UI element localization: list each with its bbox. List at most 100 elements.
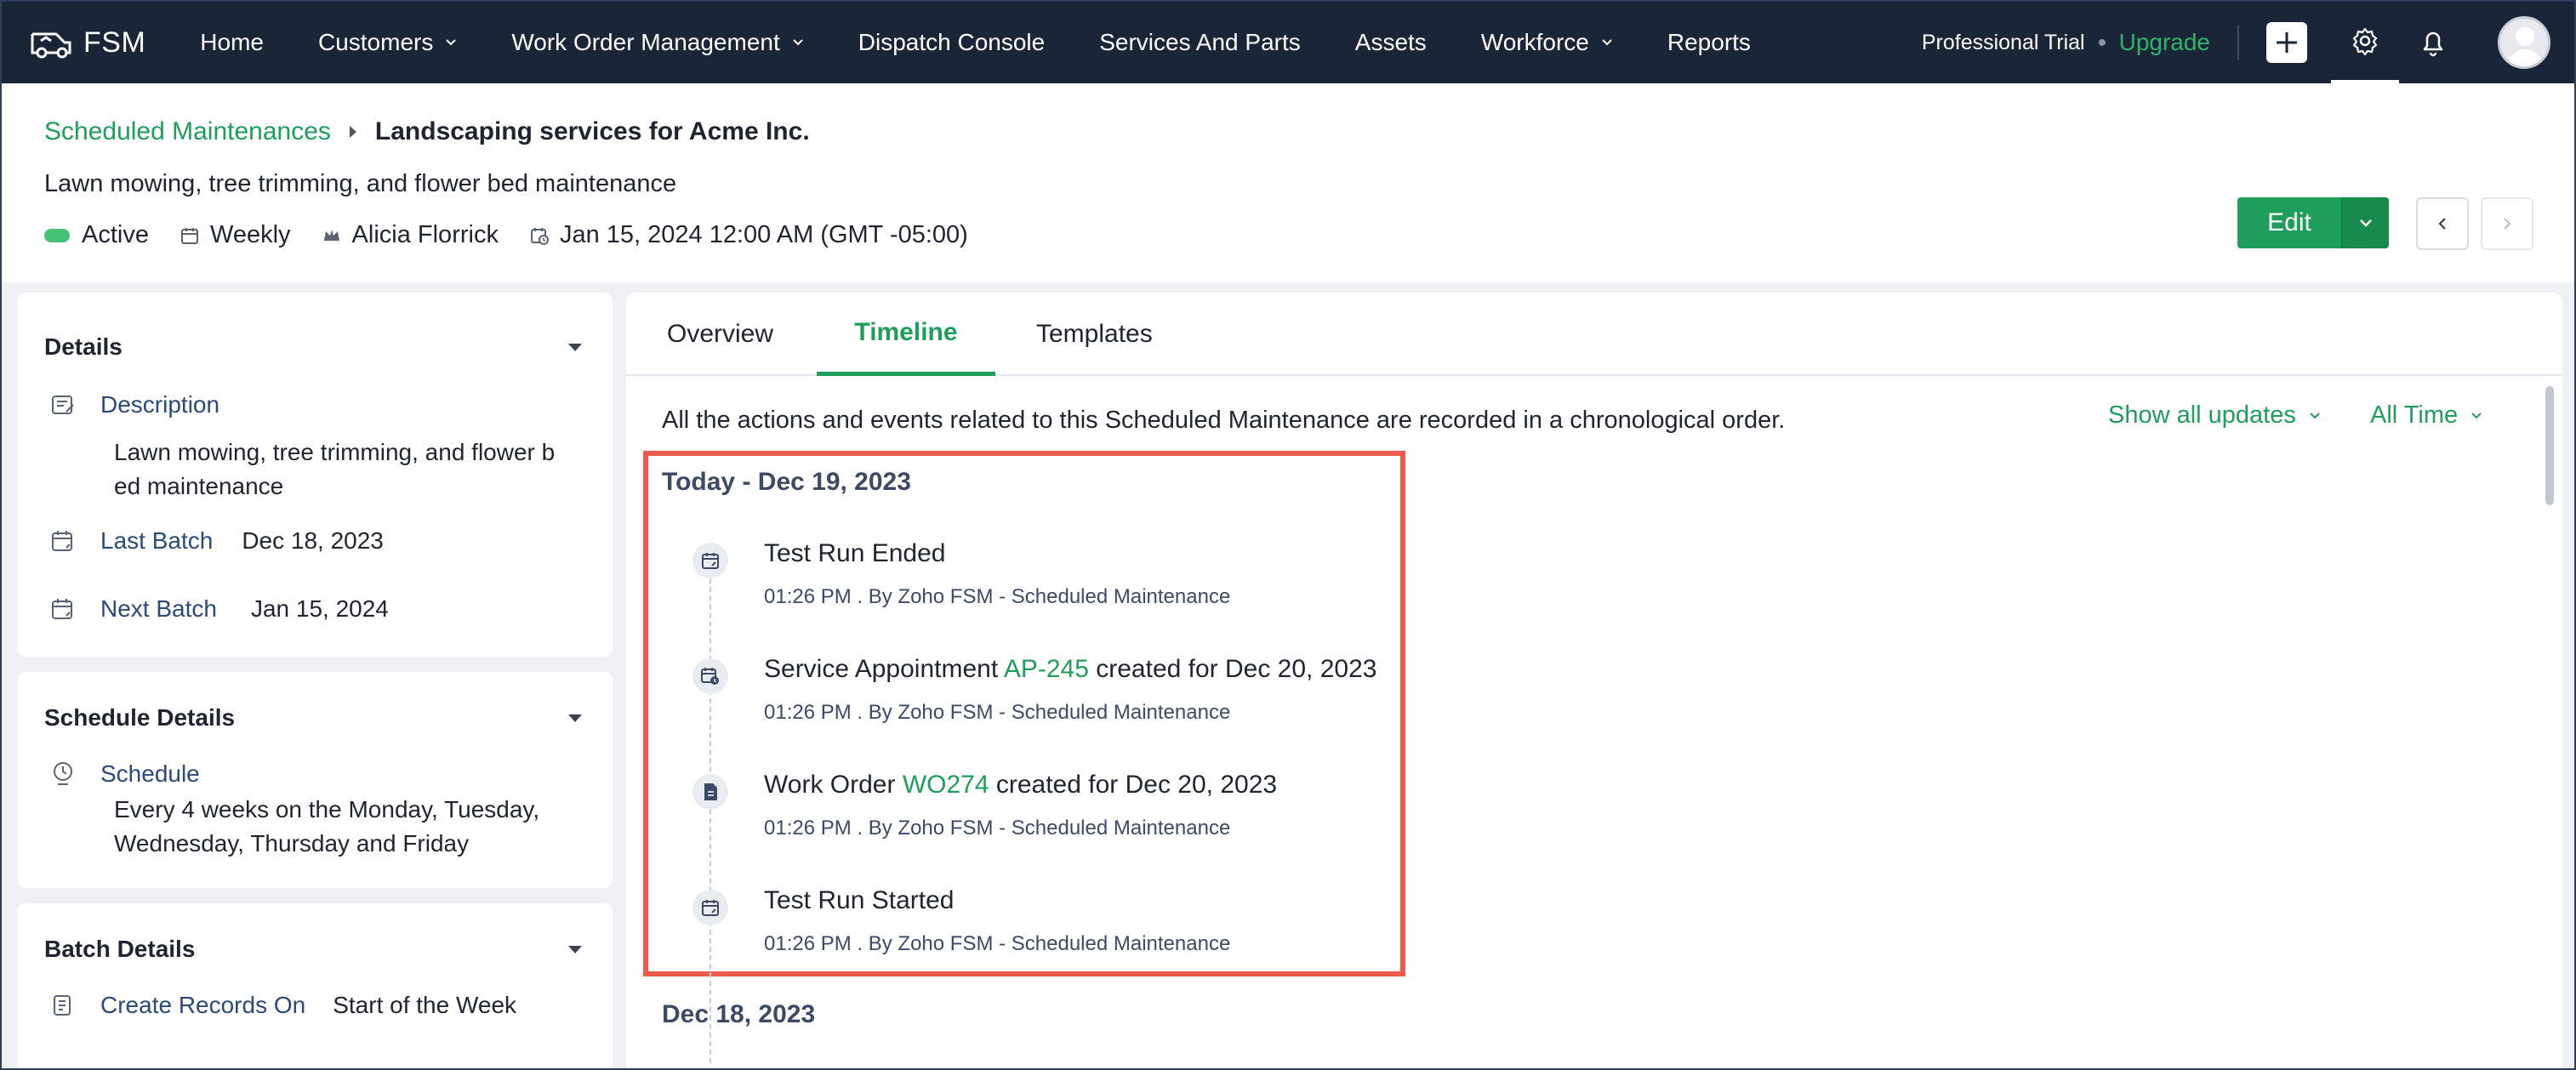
nav-item-work-order-management[interactable]: Work Order Management: [511, 29, 803, 56]
nav-item-label: Work Order Management: [511, 29, 780, 55]
add-button[interactable]: [2266, 22, 2307, 63]
nav-item-workforce[interactable]: Workforce: [1481, 29, 1613, 56]
tab-timeline[interactable]: Timeline: [817, 293, 995, 376]
nav-item-home[interactable]: Home: [200, 29, 264, 56]
timeline-event-meta: 01:26 PM . By Zoho FSM - Scheduled Maint…: [764, 585, 1231, 608]
nav-item-dispatch-console[interactable]: Dispatch Console: [858, 29, 1045, 56]
start-datetime-info: Jan 15, 2024 12:00 AM (GMT -05:00): [529, 221, 968, 249]
last-batch-field: Last Batch Dec 18, 2023: [49, 527, 384, 555]
brand-logo[interactable]: FSM: [29, 26, 145, 60]
frequency-text: Weekly: [209, 221, 291, 248]
calendar-icon: [52, 531, 72, 551]
nav-item-customers[interactable]: Customers: [318, 29, 457, 56]
calendar-icon: [52, 599, 72, 619]
show-updates-filter[interactable]: Show all updates: [2108, 401, 2322, 430]
timeline-event-icon: [692, 774, 728, 810]
collapse-caret-icon[interactable]: [568, 714, 582, 722]
schedule-line: Wednesday, Thursday and Friday: [114, 830, 470, 857]
tab-templates[interactable]: Templates: [1036, 293, 1153, 376]
record-meta-row: Active Weekly Alicia Florrick Jan 15, 20…: [44, 221, 999, 249]
last-batch-value: Dec 18, 2023: [242, 527, 384, 554]
nav-item-assets[interactable]: Assets: [1355, 29, 1427, 56]
page-subtitle: Lawn mowing, tree trimming, and flower b…: [44, 170, 677, 197]
calendar-repeat-icon: [180, 227, 198, 244]
time-range-filter[interactable]: All Time: [2370, 401, 2483, 430]
records-icon: [54, 995, 71, 1016]
event-title-text: Service Appointment: [764, 655, 1004, 683]
schedule-label: Schedule: [100, 760, 200, 787]
nav-item-label: Workforce: [1480, 29, 1589, 55]
work-order-link[interactable]: WO274: [903, 771, 989, 799]
app-frame: FSM Home Customers Work Order Management…: [0, 0, 2576, 1070]
description-field: Description: [49, 391, 219, 418]
create-records-field: Create Records On Start of the Week: [49, 992, 516, 1019]
frequency-info: Weekly: [180, 221, 291, 249]
timeline-date-heading: Today - Dec 19, 2023: [662, 468, 911, 496]
nav-right-tools: Professional Trial Upgrade: [1922, 2, 2574, 83]
timeline-event-meta: 01:26 PM . By Zoho FSM - Scheduled Maint…: [764, 932, 1231, 955]
description-line: ed maintenance: [114, 473, 284, 499]
last-batch-label: Last Batch: [100, 527, 214, 554]
calendar-icon: [702, 553, 719, 569]
nav-item-label: Assets: [1354, 29, 1427, 55]
schedule-field: Schedule: [49, 760, 200, 788]
chevron-right-icon: [2504, 218, 2511, 230]
avatar[interactable]: [2498, 16, 2550, 69]
schedule-details-card: Schedule Details Schedule Every 4 weeks …: [17, 672, 613, 888]
appointment-icon: [701, 668, 719, 685]
edit-dropdown-button[interactable]: [2341, 197, 2389, 248]
timeline-event-title: Test Run Started: [764, 886, 955, 914]
settings-button[interactable]: [2331, 2, 2399, 83]
collapse-caret-icon[interactable]: [568, 946, 582, 953]
notifications-button[interactable]: [2399, 2, 2467, 83]
show-updates-label: Show all updates: [2108, 401, 2296, 429]
event-title-text: created for Dec 20, 2023: [1088, 655, 1377, 683]
status-indicator: [44, 228, 70, 242]
timeline-event-icon: [692, 890, 728, 925]
breadcrumb-separator-icon: [349, 126, 356, 138]
nav-menu: Home Customers Work Order Management Dis…: [200, 2, 1805, 83]
document-icon: [704, 783, 717, 800]
batch-details-title: Batch Details: [44, 936, 196, 962]
page-title: Landscaping services for Acme Inc.: [374, 117, 810, 145]
nav-item-services-and-parts[interactable]: Services And Parts: [1099, 29, 1301, 56]
add-icon: [2277, 32, 2297, 53]
service-appointment-link[interactable]: AP-245: [1004, 655, 1089, 683]
clock-icon: [54, 762, 72, 785]
top-navigation-bar: FSM Home Customers Work Order Management…: [2, 2, 2574, 83]
next-batch-label: Next Batch: [100, 595, 217, 622]
tab-bar: Overview Timeline Templates: [626, 293, 2562, 376]
owner-name: Alicia Florrick: [351, 221, 499, 248]
calendar-clock-icon: [530, 227, 549, 245]
details-title: Details: [44, 333, 123, 360]
tab-overview[interactable]: Overview: [667, 293, 773, 376]
calendar-icon: [702, 900, 719, 916]
edit-button[interactable]: Edit: [2237, 197, 2341, 248]
scrollbar-thumb[interactable]: [2545, 386, 2554, 505]
owner-info: Alicia Florrick: [322, 221, 499, 249]
description-value: Lawn mowing, tree trimming, and flower b…: [114, 435, 555, 504]
breadcrumb-parent-link[interactable]: Scheduled Maintenances: [44, 117, 331, 146]
create-records-value: Start of the Week: [333, 992, 517, 1018]
chevron-down-icon: [793, 39, 803, 46]
next-record-button[interactable]: [2481, 197, 2533, 250]
chevron-down-icon: [446, 39, 457, 46]
nav-divider: [2237, 26, 2239, 60]
status-badge: Active: [44, 221, 149, 249]
record-detail-panel: Overview Timeline Templates All the acti…: [626, 293, 2562, 1068]
gear-icon: [2352, 27, 2378, 55]
next-batch-value: Jan 15, 2024: [250, 595, 389, 622]
content-area: Details Description Lawn mowing, tree tr…: [2, 282, 2574, 1068]
previous-record-button[interactable]: [2416, 197, 2469, 250]
nav-item-label: Reports: [1667, 29, 1751, 55]
timeline-event-meta: 01:26 PM . By Zoho FSM - Scheduled Maint…: [764, 817, 1231, 839]
collapse-caret-icon[interactable]: [568, 344, 582, 351]
upgrade-link[interactable]: Upgrade: [2119, 29, 2210, 56]
nav-item-reports[interactable]: Reports: [1667, 29, 1751, 56]
chevron-down-icon: [2471, 412, 2482, 418]
chevron-down-icon: [1602, 39, 1612, 46]
van-logo-icon: [31, 32, 71, 59]
bell-icon: [2423, 31, 2443, 57]
details-card: Details Description Lawn mowing, tree tr…: [17, 293, 613, 657]
start-datetime-text: Jan 15, 2024 12:00 AM (GMT -05:00): [559, 221, 968, 248]
